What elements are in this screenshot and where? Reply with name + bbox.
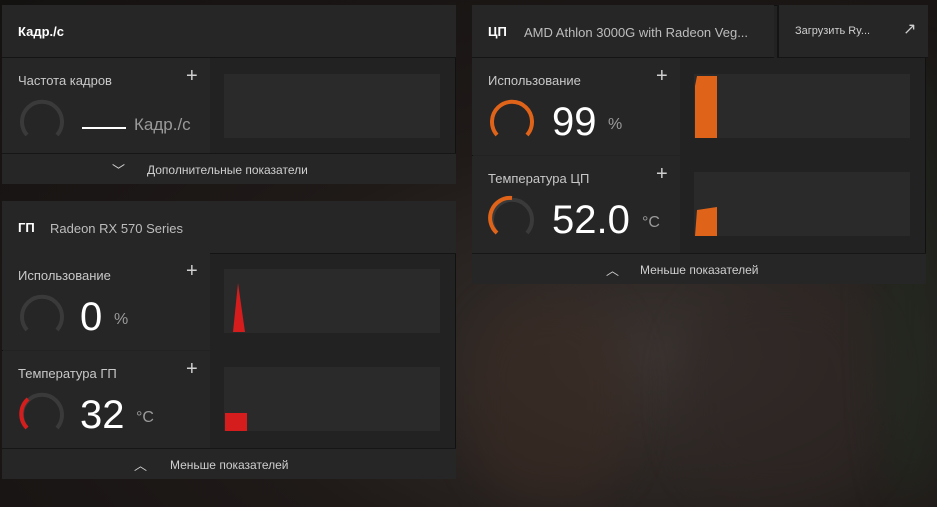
cpu-usage-value: 99: [552, 100, 597, 144]
gpu-temp-unit: °C: [136, 409, 154, 426]
cpu-load-button[interactable]: Загрузить Ry... ↗: [777, 5, 928, 58]
gpu-name: Radeon RX 570 Series: [50, 221, 183, 236]
arrow-up-right-icon[interactable]: ↗: [903, 19, 916, 39]
gpu-panel: ГП Radeon RX 570 Series Использование + …: [2, 201, 456, 479]
chevron-up-icon: ︿: [606, 263, 620, 278]
gpu-temp-bar: [225, 413, 247, 431]
cpu-usage-row: Использование + 99 %: [472, 58, 926, 155]
cpu-usage-gauge: [490, 99, 534, 137]
cpu-fewer-metrics-button[interactable]: ︿ Меньше показателей: [472, 253, 926, 284]
gpu-usage-row: Использование + 0 %: [2, 253, 456, 350]
plus-icon[interactable]: +: [186, 261, 198, 281]
gpu-usage-unit: %: [114, 311, 129, 328]
gpu-temp-row: Температура ГП + 32 °C: [2, 351, 456, 448]
cpu-tag: ЦП: [488, 24, 507, 39]
gpu-tag: ГП: [18, 220, 35, 235]
plus-icon[interactable]: +: [656, 164, 668, 184]
cpu-footer-label: Меньше показателей: [640, 263, 759, 277]
fps-panel-header: Кадр./с: [2, 5, 456, 58]
gpu-footer-label: Меньше показателей: [170, 458, 289, 472]
fps-graph: [224, 74, 440, 138]
plus-icon[interactable]: +: [186, 66, 198, 86]
fps-panel-title: Кадр./с: [18, 24, 64, 39]
cpu-usage-unit: %: [608, 116, 623, 133]
gpu-temp-value: 32: [80, 393, 125, 437]
cpu-panel-header: ЦП AMD Athlon 3000G with Radeon Veg...: [472, 5, 774, 58]
cpu-temp-value: 52.0: [552, 198, 630, 242]
cpu-name: AMD Athlon 3000G with Radeon Veg...: [524, 25, 749, 40]
cpu-temp-graph: [694, 172, 910, 236]
fps-unit: Кадр./с: [134, 115, 191, 134]
fps-more-metrics-button[interactable]: ﹀ Дополнительные показатели: [2, 153, 456, 184]
chevron-up-icon: ︿: [134, 458, 148, 473]
gpu-temp-label: Температура ГП: [18, 366, 117, 381]
gpu-panel-header: ГП Radeon RX 570 Series: [2, 201, 456, 254]
gpu-usage-label: Использование: [18, 268, 111, 283]
cpu-temp-bar: [695, 207, 717, 236]
cpu-temp-row: Температура ЦП + 52.0 °C: [472, 156, 926, 253]
cpu-usage-bar: [695, 76, 717, 138]
cpu-temp-gauge: [488, 195, 534, 235]
fps-gauge: [20, 99, 64, 137]
gpu-temp-graph: [224, 367, 440, 431]
gpu-usage-graph: [224, 269, 440, 333]
cpu-temp-unit: °C: [642, 214, 660, 231]
cpu-usage-label: Использование: [488, 73, 581, 88]
gpu-fewer-metrics-button[interactable]: ︿ Меньше показателей: [2, 448, 456, 479]
fps-panel: Кадр./с Частота кадров + Кадр./с ﹀ Допол…: [2, 5, 456, 184]
cpu-temp-label: Температура ЦП: [488, 171, 590, 186]
fps-footer-label: Дополнительные показатели: [147, 163, 308, 177]
gpu-usage-gauge: [20, 294, 64, 332]
cpu-usage-graph: [694, 74, 910, 138]
fps-row: Частота кадров + Кадр./с: [2, 58, 456, 155]
fps-label: Частота кадров: [18, 73, 112, 88]
gpu-temp-gauge: [19, 392, 64, 430]
plus-icon[interactable]: +: [656, 66, 668, 86]
plus-icon[interactable]: +: [186, 359, 198, 379]
cpu-panel: ЦП AMD Athlon 3000G with Radeon Veg... З…: [472, 5, 928, 284]
cpu-load-label: Загрузить Ry...: [795, 25, 871, 37]
chevron-down-icon: ﹀: [112, 163, 126, 178]
gpu-usage-value: 0: [80, 295, 103, 339]
fps-value-dash: [82, 127, 126, 129]
gpu-usage-spike: [224, 283, 440, 332]
